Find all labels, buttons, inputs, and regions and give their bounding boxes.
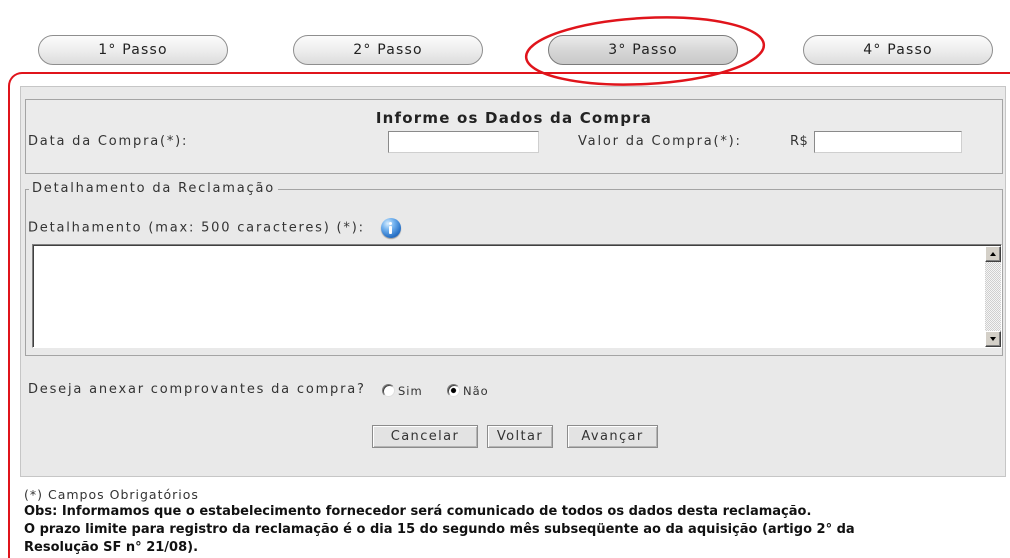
attach-yes-label[interactable]: Sim (398, 383, 423, 399)
details-textarea[interactable] (34, 246, 984, 347)
obs-note: Obs: Informamos que o estabelecimento fo… (24, 504, 812, 519)
arrow-up-icon (990, 252, 996, 256)
purchase-value-label: Valor da Compra(*): (578, 134, 742, 149)
purchase-value-input[interactable] (814, 131, 962, 153)
scroll-down-button[interactable] (985, 331, 1001, 347)
section-title: Informe os Dados da Compra (375, 109, 653, 127)
step-tab-2[interactable]: 2° Passo (293, 35, 483, 65)
currency-label: R$ (790, 134, 809, 149)
fieldset-legend: Detalhamento da Reclamação (29, 180, 278, 198)
deadline-note-line-2: Resolução SF n° 21/08). (24, 540, 199, 555)
back-button[interactable]: Voltar (487, 425, 553, 448)
details-textarea-frame (32, 244, 1002, 348)
step-tab-4[interactable]: 4° Passo (803, 35, 993, 65)
scroll-up-button[interactable] (985, 246, 1001, 262)
required-fields-note: (*) Campos Obrigatórios (24, 487, 199, 502)
attach-no-radio[interactable] (447, 384, 460, 397)
attachments-question: Deseja anexar comprovantes da compra? (28, 382, 366, 397)
attach-no-label[interactable]: Não (463, 383, 489, 399)
info-icon[interactable] (380, 218, 401, 238)
textarea-scrollbar[interactable] (985, 246, 1001, 347)
attach-yes-radio[interactable] (382, 384, 395, 397)
purchase-date-label: Data da Compra(*): (28, 134, 189, 149)
step-tab-3[interactable]: 3° Passo (548, 35, 738, 65)
cancel-button[interactable]: Cancelar (372, 425, 478, 448)
step-tab-label: 3° Passo (608, 42, 678, 58)
purchase-date-input[interactable] (388, 131, 539, 153)
details-label-row: Detalhamento (max: 500 caracteres) (*): (28, 218, 401, 238)
details-label: Detalhamento (max: 500 caracteres) (*): (28, 220, 365, 236)
arrow-down-icon (990, 337, 996, 341)
deadline-note-line-1: O prazo limite para registro da reclamaç… (24, 522, 855, 537)
step-tab-1[interactable]: 1° Passo (38, 35, 228, 65)
step-tab-label: 2° Passo (353, 42, 423, 58)
step-tab-label: 4° Passo (863, 42, 933, 58)
next-button[interactable]: Avançar (567, 425, 658, 448)
step-tab-label: 1° Passo (98, 42, 168, 58)
